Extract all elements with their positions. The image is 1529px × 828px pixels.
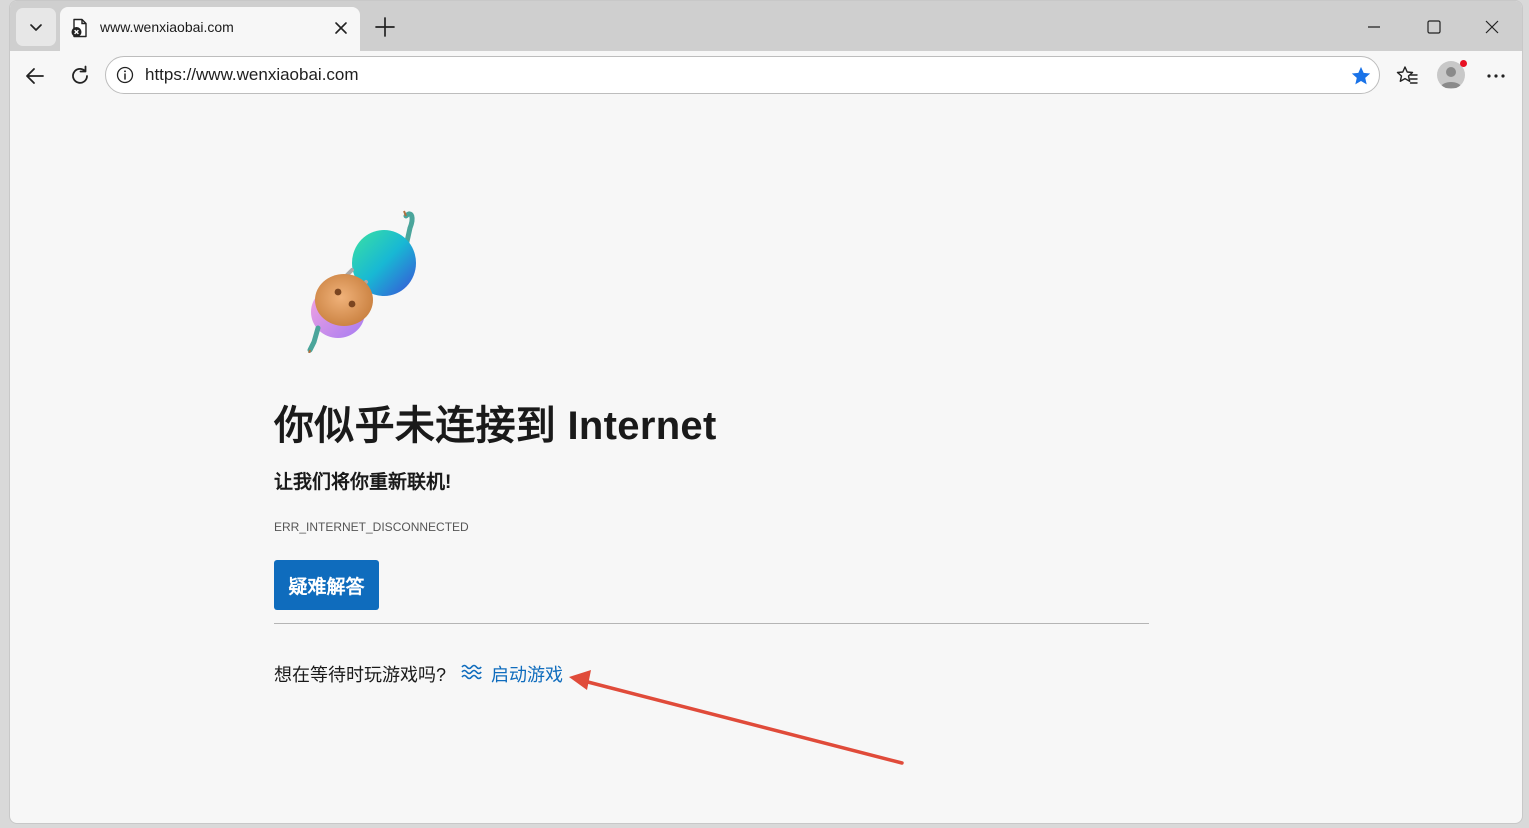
close-window-icon[interactable] bbox=[1482, 17, 1502, 37]
notification-dot bbox=[1460, 60, 1467, 67]
address-url[interactable]: https://www.wenxiaobai.com bbox=[145, 65, 359, 85]
divider bbox=[274, 623, 1149, 624]
game-prompt: 想在等待时玩游戏吗? bbox=[274, 665, 447, 685]
troubleshoot-button[interactable]: 疑难解答 bbox=[274, 560, 379, 610]
surf-wave-icon[interactable] bbox=[460, 663, 483, 681]
error-subtitle: 让我们将你重新联机! bbox=[274, 472, 452, 493]
refresh-icon[interactable] bbox=[68, 64, 92, 88]
error-code: ERR_INTERNET_DISCONNECTED bbox=[274, 520, 469, 534]
unplugged-illustration bbox=[307, 210, 416, 353]
start-game-link[interactable]: 启动游戏 bbox=[491, 661, 563, 687]
active-tab[interactable]: www.wenxiaobai.com bbox=[60, 7, 360, 51]
chevron-down-icon bbox=[30, 24, 42, 31]
page-error-icon bbox=[71, 18, 87, 38]
more-options-icon[interactable] bbox=[1484, 64, 1508, 88]
tab-list-button[interactable] bbox=[16, 8, 56, 46]
browser-window: www.wenxiaobai.com https://www.wenxiaoba… bbox=[9, 0, 1523, 824]
back-icon[interactable] bbox=[23, 64, 47, 88]
tab-bar: www.wenxiaobai.com bbox=[10, 1, 1522, 51]
error-title: 你似乎未连接到 Internet bbox=[274, 404, 717, 448]
favorites-icon[interactable] bbox=[1395, 64, 1419, 88]
new-tab-icon[interactable] bbox=[374, 16, 396, 38]
site-info-icon[interactable] bbox=[116, 66, 134, 84]
maximize-icon[interactable] bbox=[1424, 17, 1444, 37]
error-page: 你似乎未连接到 Internet 让我们将你重新联机! ERR_INTERNET… bbox=[10, 101, 1522, 823]
toolbar: https://www.wenxiaobai.com bbox=[10, 51, 1522, 101]
address-bar[interactable]: https://www.wenxiaobai.com bbox=[105, 56, 1380, 94]
close-tab-icon[interactable] bbox=[332, 19, 350, 37]
minimize-icon[interactable] bbox=[1364, 17, 1384, 37]
favorite-star-icon[interactable] bbox=[1350, 65, 1372, 87]
tab-title: www.wenxiaobai.com bbox=[100, 19, 234, 35]
